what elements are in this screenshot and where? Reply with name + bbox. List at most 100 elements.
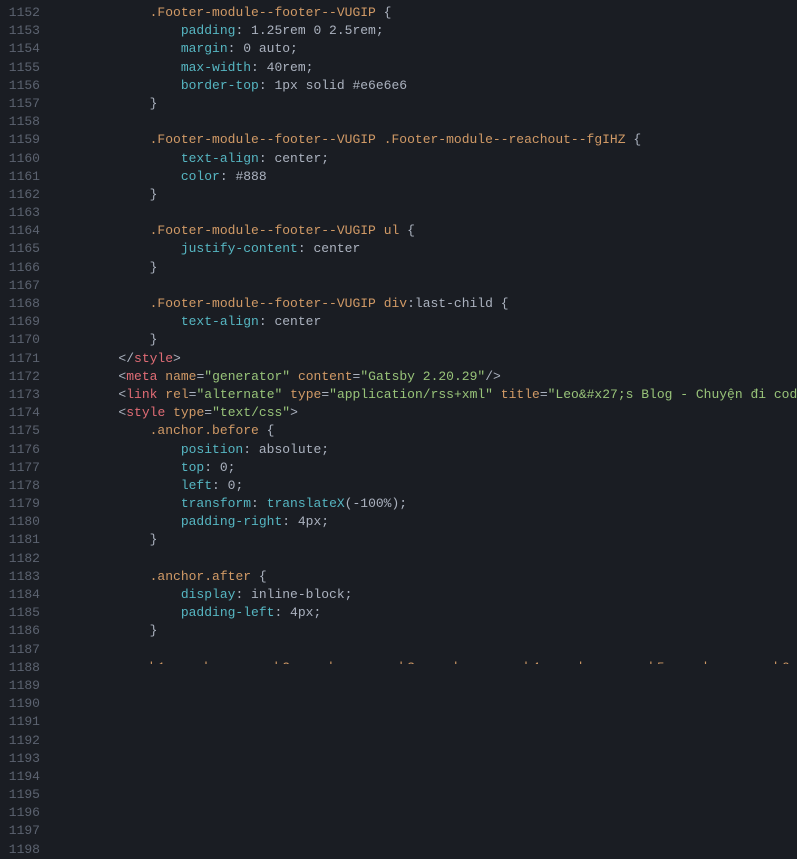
code-line[interactable]: top: 0; — [56, 459, 797, 477]
token — [56, 5, 150, 20]
line-number: 1169 — [4, 313, 40, 331]
token: padding — [181, 23, 236, 38]
line-number: 1152 — [4, 4, 40, 22]
token: ul — [384, 223, 400, 238]
line-number: 1163 — [4, 204, 40, 222]
code-editor[interactable]: 1152115311541155115611571158115911601161… — [0, 0, 797, 664]
token: = — [321, 387, 329, 402]
line-number: 1167 — [4, 277, 40, 295]
code-line[interactable]: .anchor.after { — [56, 568, 797, 586]
token: type — [290, 387, 321, 402]
code-line[interactable]: color: #888 — [56, 168, 797, 186]
code-line[interactable]: left: 0; — [56, 477, 797, 495]
code-line[interactable] — [56, 204, 797, 222]
code-line[interactable]: <style type="text/css"> — [56, 404, 797, 422]
code-line[interactable]: margin: 0 auto; — [56, 40, 797, 58]
token: "text/css" — [212, 405, 290, 420]
token — [56, 78, 181, 93]
code-line[interactable]: text-align: center; — [56, 150, 797, 168]
token: : inline-block; — [235, 587, 352, 602]
code-line[interactable] — [56, 550, 797, 568]
token — [56, 405, 118, 420]
token — [56, 369, 118, 384]
token: svg — [610, 660, 633, 664]
token: : center — [259, 314, 321, 329]
token: name — [165, 369, 196, 384]
token: position — [181, 442, 243, 457]
token: meta — [126, 369, 157, 384]
token: .Footer-module--footer--VUGIP — [150, 223, 376, 238]
token: : #888 — [220, 169, 267, 184]
code-line[interactable]: } — [56, 622, 797, 640]
line-number: 1195 — [4, 786, 40, 804]
token: .anchor — [298, 660, 353, 664]
token — [56, 587, 181, 602]
token: : center — [298, 241, 360, 256]
token: /> — [485, 369, 501, 384]
code-line[interactable]: padding-left: 4px; — [56, 604, 797, 622]
code-line[interactable] — [56, 277, 797, 295]
code-line[interactable]: .Footer-module--footer--VUGIP { — [56, 4, 797, 22]
token: h1 — [150, 660, 166, 664]
line-number: 1173 — [4, 386, 40, 404]
token: h4 — [524, 660, 540, 664]
line-number: 1198 — [4, 841, 40, 859]
token: translateX — [267, 496, 345, 511]
code-line[interactable]: text-align: center — [56, 313, 797, 331]
code-line[interactable]: .Footer-module--footer--VUGIP ul { — [56, 222, 797, 240]
token: { — [399, 223, 415, 238]
code-line[interactable]: .anchor.before { — [56, 422, 797, 440]
code-line[interactable]: .Footer-module--footer--VUGIP div:last-c… — [56, 295, 797, 313]
token: rel — [165, 387, 188, 402]
line-number: 1191 — [4, 713, 40, 731]
token — [56, 296, 150, 311]
code-line[interactable]: padding: 1.25rem 0 2.5rem; — [56, 22, 797, 40]
token: : center; — [259, 151, 329, 166]
line-number: 1178 — [4, 477, 40, 495]
token: > — [290, 405, 298, 420]
line-number: 1158 — [4, 113, 40, 131]
token — [376, 223, 384, 238]
code-line[interactable]: display: inline-block; — [56, 586, 797, 604]
token: max-width — [181, 60, 251, 75]
code-line[interactable]: transform: translateX(-100%); — [56, 495, 797, 513]
code-line[interactable]: } — [56, 186, 797, 204]
token — [56, 660, 150, 664]
code-line[interactable] — [56, 113, 797, 131]
code-line[interactable]: h1 .anchor svg, h2 .anchor svg, h3 .anch… — [56, 659, 797, 664]
code-line[interactable] — [56, 641, 797, 659]
code-line[interactable]: </style> — [56, 350, 797, 368]
code-line[interactable]: <link rel="alternate" type="application/… — [56, 386, 797, 404]
code-line[interactable]: } — [56, 531, 797, 549]
code-line[interactable]: } — [56, 331, 797, 349]
line-number: 1156 — [4, 77, 40, 95]
token — [790, 660, 797, 664]
token — [540, 660, 548, 664]
line-number: 1160 — [4, 150, 40, 168]
token — [56, 387, 118, 402]
line-number: 1165 — [4, 240, 40, 258]
code-line[interactable]: padding-right: 4px; — [56, 513, 797, 531]
token — [415, 660, 423, 664]
code-line[interactable]: justify-content: center — [56, 240, 797, 258]
line-number: 1185 — [4, 604, 40, 622]
code-line[interactable]: max-width: 40rem; — [56, 59, 797, 77]
code-line[interactable]: .Footer-module--footer--VUGIP .Footer-mo… — [56, 131, 797, 149]
code-area[interactable]: .Footer-module--footer--VUGIP { padding:… — [48, 0, 797, 664]
token: padding-left — [181, 605, 275, 620]
token: svg — [735, 660, 758, 664]
token — [727, 660, 735, 664]
token — [56, 60, 181, 75]
line-number: 1188 — [4, 659, 40, 677]
code-line[interactable]: <meta name="generator" content="Gatsby 2… — [56, 368, 797, 386]
token — [56, 132, 150, 147]
token: { — [626, 132, 642, 147]
code-line[interactable]: } — [56, 95, 797, 113]
code-line[interactable]: border-top: 1px solid #e6e6e6 — [56, 77, 797, 95]
line-number: 1157 — [4, 95, 40, 113]
code-line[interactable]: } — [56, 259, 797, 277]
line-number: 1154 — [4, 40, 40, 58]
token: display — [181, 587, 236, 602]
token — [56, 569, 150, 584]
code-line[interactable]: position: absolute; — [56, 441, 797, 459]
